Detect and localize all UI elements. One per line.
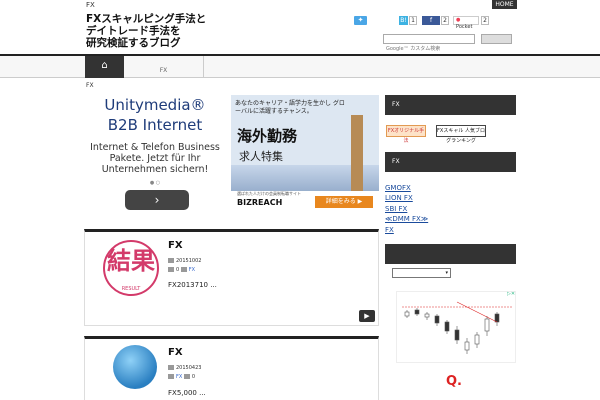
sidebar-link[interactable]: FX [385,226,394,234]
ad-right-footer: 選ばれた人だけの会員制転職サイト BIZREACH 詳細をみる ▶ [231,191,379,217]
post-thumbnail[interactable]: 結果 RESULT [103,240,159,296]
pocket-count: 2 [481,16,489,25]
folder-icon [180,267,187,272]
post-card: FX 20150423 FX 0 FX5,000 ... [84,336,379,400]
pocket-label: Pocket [456,24,473,30]
ad-bizreach[interactable]: あなたのキャリア・語学力を生かし グローバルに活躍するチャンス。 海外勤務 求人… [231,95,379,217]
search-input[interactable] [384,45,474,53]
comment-icon [168,267,174,272]
comment-icon [183,374,190,379]
calendar-icon [168,258,174,263]
post-card: 結果 RESULT FX 20151002 0 FX FX2013710 ...… [84,229,379,326]
ad-right-micro-text: 選ばれた人だけの会員制転職サイト [237,191,301,196]
ad-next-button[interactable]: › [125,190,189,210]
twitter-bird-icon: ✦ [357,16,364,24]
nav-item-fx[interactable]: FX [124,56,204,78]
post-date: 20151002 [168,258,201,264]
search-button[interactable] [481,34,512,44]
sidebar-link-list: GMOFX LION FX SBI FX ≪DMM FX≫ FX [385,183,428,235]
list-item: LION FX [385,193,428,203]
post-meta-row: FX 0 [168,374,195,380]
facebook-count: 2 [441,16,449,25]
sidebar-banner-original[interactable]: FXオリジナル手法 [386,125,426,144]
hatena-count: 1 [409,16,417,25]
post-meta-row: 0 FX [168,267,195,273]
comment-count[interactable]: 0 [176,267,179,273]
post-excerpt: FX5,000 ... [168,389,206,397]
sidebar-banner-ranking[interactable]: FXスキャル 人気ブログランキング [436,125,486,144]
calendar-icon [168,365,174,370]
hatena-share-button[interactable]: B! [399,16,408,25]
list-item: ≪DMM FX≫ [385,214,428,224]
post-category[interactable]: FX [189,267,195,273]
chart-ad[interactable] [396,291,516,363]
candlestick-chart-image [402,301,512,354]
play-icon: ▶ [364,312,370,320]
ad-right-top-text: あなたのキャリア・語学力を生かし グローバルに活躍するチャンス。 [235,100,345,115]
pocket-icon: ● [456,17,461,23]
post-title[interactable]: FX [168,240,183,251]
search-box [383,34,475,53]
archive-select[interactable]: ▾ [392,268,451,278]
sidebar-link[interactable]: LION FX [385,194,413,202]
list-item: GMOFX [385,183,428,193]
ad-carousel-dots[interactable]: ● ○ [84,180,226,186]
post-date: 20150423 [168,365,201,371]
comment-count[interactable]: 0 [192,374,195,380]
top-fx-label: FX [86,1,95,9]
top-bar: FX HOME [0,0,600,10]
ad-text: Internet & Telefon Business Pakete. Jetz… [90,142,220,175]
sidebar-widget-title [385,244,516,264]
home-icon: ⌂ [101,60,108,71]
sidebar-widget-title: FX [385,95,516,115]
ad-title-line1: Unitymedia® [104,96,206,114]
ad-right-detail-button[interactable]: 詳細をみる ▶ [315,196,373,208]
ad-right-subheadline: 求人特集 [239,150,283,163]
main-nav: ⌂ FX [0,54,600,78]
play-video-button[interactable]: ▶ [359,310,375,322]
breadcrumb[interactable]: FX [86,82,94,89]
ad-title-line2: B2B Internet [107,116,203,134]
sidebar-link[interactable]: ≪DMM FX≫ [385,215,428,223]
thumb-stamp-sub: RESULT [121,286,141,292]
ad-unitymedia[interactable]: Unitymedia® B2B Internet Internet & Tele… [84,94,226,214]
post-excerpt: FX2013710 ... [168,281,217,289]
tower-image [351,115,363,199]
ad-close-button[interactable]: ▷✕ [506,291,516,299]
chart-ad-label[interactable]: Q. [446,374,462,389]
list-item: FX [385,225,428,235]
sidebar-link[interactable]: GMOFX [385,184,411,192]
post-thumbnail-globe[interactable] [113,345,157,389]
pocket-button[interactable]: ● Pocket [453,16,479,30]
bizreach-logo: BIZREACH [237,198,283,207]
folder-icon [168,374,174,379]
thumb-stamp-text: 結果 [107,247,155,275]
sidebar-link[interactable]: SBI FX [385,205,407,213]
list-item: SBI FX [385,204,428,214]
post-category[interactable]: FX [176,374,182,380]
ad-right-headline: 海外勤務 [237,127,298,145]
twitter-share-button[interactable]: ✦ [354,16,367,25]
home-button[interactable]: HOME [492,0,517,9]
sidebar-widget-title: FX [385,152,516,172]
site-title[interactable]: FXスキャルピング手法と デイトレード手法を 研究検証するブログ [86,13,236,49]
nav-home-button[interactable]: ⌂ [85,56,124,78]
post-title[interactable]: FX [168,347,183,358]
facebook-share-button[interactable]: f [422,16,440,25]
